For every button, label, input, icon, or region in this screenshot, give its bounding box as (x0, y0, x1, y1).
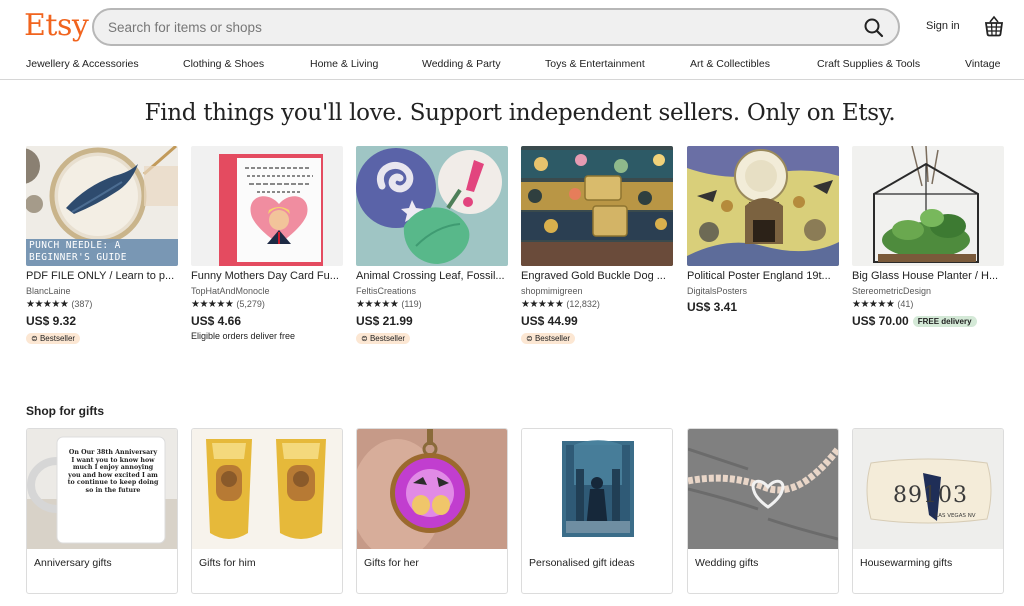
product-price: US$ 44.99 (521, 314, 578, 328)
review-count: (41) (897, 299, 914, 309)
product-title[interactable]: Funny Mothers Day Card Fu... (191, 270, 343, 282)
gift-category-label[interactable]: Personalised gift ideas (529, 557, 635, 569)
product-card[interactable]: Engraved Gold Buckle Dog ... shopmimigre… (521, 146, 673, 346)
product-image[interactable] (356, 146, 508, 266)
star-rating-icon: ★★★★★ (521, 299, 564, 310)
product-title[interactable]: Animal Crossing Leaf, Fossil... (356, 270, 508, 282)
search-input[interactable] (108, 10, 848, 44)
product-image[interactable] (852, 146, 1004, 266)
product-price-value: US$ 70.00 (852, 314, 909, 328)
category-craft[interactable]: Craft Supplies & Tools (817, 58, 920, 70)
review-count: (119) (401, 299, 422, 309)
shop-name: FeltisCreations (356, 286, 417, 296)
category-toys[interactable]: Toys & Entertainment (545, 58, 645, 70)
gift-category-image (192, 429, 342, 549)
bestseller-label: Bestseller (39, 334, 76, 343)
header: Etsy Sign in (0, 0, 1024, 52)
gift-category-image: On Our 38th Anniversary I want you to kn… (27, 429, 177, 549)
gift-category-image (357, 429, 507, 549)
pillow-text: 89103 (893, 483, 968, 508)
review-count: (387) (71, 299, 93, 309)
gift-category-card[interactable]: Wedding gifts (687, 428, 839, 594)
product-title[interactable]: Big Glass House Planter / H... (852, 270, 1004, 282)
bestseller-icon: ⊜ (361, 334, 370, 343)
product-price: US$ 4.66 (191, 314, 242, 328)
product-card[interactable]: Big Glass House Planter / H... Stereomet… (852, 146, 1004, 328)
product-rating: ★★★★★ (12,832) (521, 299, 673, 312)
bestseller-badge: ⊜ Bestseller (356, 333, 411, 344)
gift-category-card[interactable]: On Our 38th Anniversary I want you to kn… (26, 428, 178, 594)
mug-text: On Our 38th Anniversary I want you to kn… (67, 449, 159, 494)
shop-name: StereometricDesign (852, 286, 932, 296)
star-rating-icon: ★★★★★ (26, 299, 69, 310)
category-art[interactable]: Art & Collectibles (690, 58, 770, 70)
product-title[interactable]: Political Poster England 19t... (687, 270, 839, 282)
bestseller-badge: ⊜ Bestseller (26, 333, 81, 344)
star-rating-icon: ★★★★★ (191, 299, 234, 310)
product-card[interactable]: Political Poster England 19t... Digitals… (687, 146, 839, 314)
cart-button[interactable] (984, 15, 1004, 37)
bestseller-icon: ⊜ (31, 334, 40, 343)
product-title[interactable]: Engraved Gold Buckle Dog ... (521, 270, 673, 282)
section-title: Shop for gifts (26, 404, 104, 418)
pillow-subtext: LAS VEGAS NV (935, 513, 976, 519)
free-delivery-note: Eligible orders deliver free (191, 331, 296, 341)
product-card[interactable]: Animal Crossing Leaf, Fossil... FeltisCr… (356, 146, 508, 346)
free-delivery-badge: FREE delivery (912, 316, 977, 327)
bestseller-label: Bestseller (534, 334, 571, 343)
bestseller-label: Bestseller (369, 334, 406, 343)
search-button[interactable] (862, 16, 886, 40)
product-rating: ★★★★★ (41) (852, 299, 1004, 312)
shop-name: shopmimigreen (521, 286, 583, 296)
product-image[interactable] (521, 146, 673, 266)
gift-category-label[interactable]: Gifts for her (364, 557, 419, 569)
category-nav: Jewellery & Accessories Clothing & Shoes… (0, 52, 1024, 80)
product-price: US$ 3.41 (687, 300, 738, 314)
search-icon (864, 18, 884, 38)
shop-name: DigitalsPosters (687, 286, 748, 296)
hero-tagline: Find things you'll love. Support indepen… (144, 100, 896, 126)
bestseller-badge: ⊜ Bestseller (521, 333, 576, 344)
product-card[interactable]: Funny Mothers Day Card Fu... TopHatAndMo… (191, 146, 343, 341)
category-clothing[interactable]: Clothing & Shoes (183, 58, 264, 70)
review-count: (12,832) (566, 299, 600, 309)
category-wedding[interactable]: Wedding & Party (422, 58, 501, 70)
gift-category-label[interactable]: Anniversary gifts (34, 557, 112, 569)
product-rating: ★★★★★ (5,279) (191, 299, 343, 312)
etsy-logo[interactable]: Etsy (24, 8, 89, 43)
review-count: (5,279) (236, 299, 265, 309)
product-rating: ★★★★★ (387) (26, 299, 178, 312)
product-price: US$ 9.32 (26, 314, 77, 328)
star-rating-icon: ★★★★★ (852, 299, 895, 310)
product-rating: ★★★★★ (119) (356, 299, 508, 312)
product-image-caption: PUNCH NEEDLE: A BEGINNER'S GUIDE (29, 240, 127, 263)
product-price: US$ 21.99 (356, 314, 413, 328)
product-image[interactable] (687, 146, 839, 266)
bestseller-icon: ⊜ (526, 334, 535, 343)
gift-category-image (688, 429, 838, 549)
product-image[interactable]: PUNCH NEEDLE: A BEGINNER'S GUIDE (26, 146, 178, 266)
gift-category-label[interactable]: Wedding gifts (695, 557, 758, 569)
basket-icon (984, 15, 1004, 37)
gift-category-card[interactable]: Gifts for him (191, 428, 343, 594)
gift-category-card[interactable]: Personalised gift ideas (521, 428, 673, 594)
product-price: US$ 70.00 FREE delivery (852, 314, 1004, 328)
shop-name: TopHatAndMonocle (191, 286, 270, 296)
product-title[interactable]: PDF FILE ONLY / Learn to p... (26, 270, 178, 282)
category-vintage[interactable]: Vintage (965, 58, 1000, 70)
category-home[interactable]: Home & Living (310, 58, 378, 70)
gift-category-card[interactable]: Gifts for her (356, 428, 508, 594)
gift-category-image (522, 429, 672, 549)
gift-category-label[interactable]: Gifts for him (199, 557, 256, 569)
shop-name: BlancLaine (26, 286, 71, 296)
gift-category-card[interactable]: 89103 LAS VEGAS NV Housewarming gifts (852, 428, 1004, 594)
product-image[interactable] (191, 146, 343, 266)
category-jewellery[interactable]: Jewellery & Accessories (26, 58, 139, 70)
sign-in-link[interactable]: Sign in (926, 20, 960, 32)
product-card[interactable]: PUNCH NEEDLE: A BEGINNER'S GUIDE PDF FIL… (26, 146, 178, 346)
search-bar (92, 8, 900, 46)
star-rating-icon: ★★★★★ (356, 299, 399, 310)
gift-category-label[interactable]: Housewarming gifts (860, 557, 952, 569)
gift-category-image: 89103 LAS VEGAS NV (853, 429, 1003, 549)
